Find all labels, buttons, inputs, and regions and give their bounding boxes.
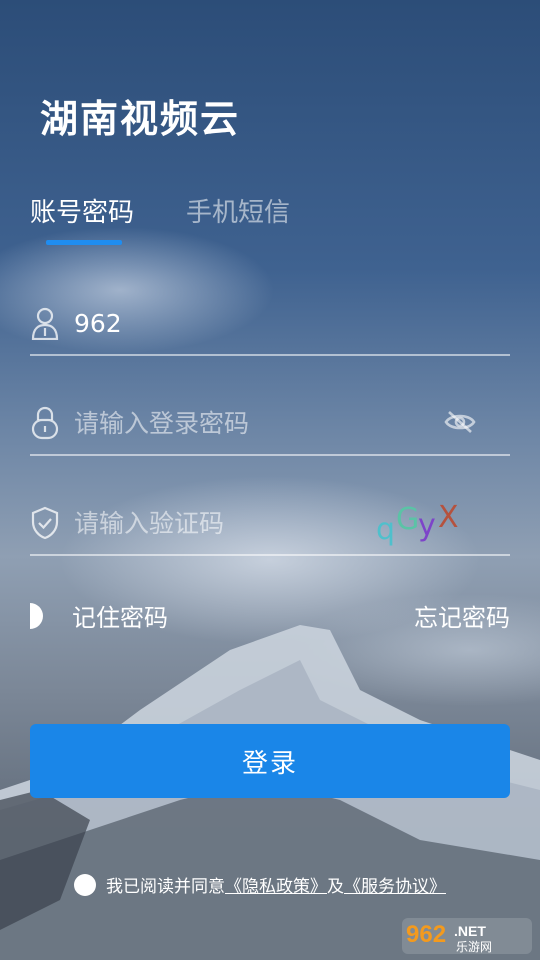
shield-icon [30,505,60,541]
svg-text:乐游网: 乐游网 [456,940,492,954]
agreement-checkbox[interactable] [74,873,96,896]
account-field [30,292,510,356]
tab-account-password[interactable]: 账号密码 [30,192,134,229]
eye-off-icon[interactable] [444,410,476,438]
remember-radio-icon[interactable] [30,602,50,629]
remember-password-toggle[interactable]: 记住密码 [30,598,168,633]
svg-text:.NET: .NET [454,923,486,939]
login-button[interactable]: 登录 [30,724,510,798]
forgot-password-link[interactable]: 忘记密码 [414,598,510,633]
agreement-prefix: 我已阅读并同意 [106,877,225,897]
password-field [30,392,510,456]
account-input[interactable] [74,308,510,338]
lock-icon [30,405,60,441]
site-watermark-logo: 962 .NET 乐游网 [402,918,532,954]
service-agreement-link[interactable]: 《服务协议》 [344,872,446,897]
agreement-row: 我已阅读并同意 《隐私政策》 及 《服务协议》 [74,872,446,897]
tab-sms[interactable]: 手机短信 [186,192,290,229]
captcha-image[interactable]: q G y X [376,500,466,547]
login-tabs: 账号密码 手机短信 [30,192,290,229]
agreement-conjunction: 及 [327,877,344,897]
remember-password-label: 记住密码 [72,604,168,632]
user-icon [30,305,60,341]
app-title: 湖南视频云 [40,97,241,141]
svg-text:962: 962 [406,921,446,948]
captcha-field: q G y X [30,492,510,556]
privacy-policy-link[interactable]: 《隐私政策》 [225,872,327,897]
active-tab-indicator [46,240,122,245]
